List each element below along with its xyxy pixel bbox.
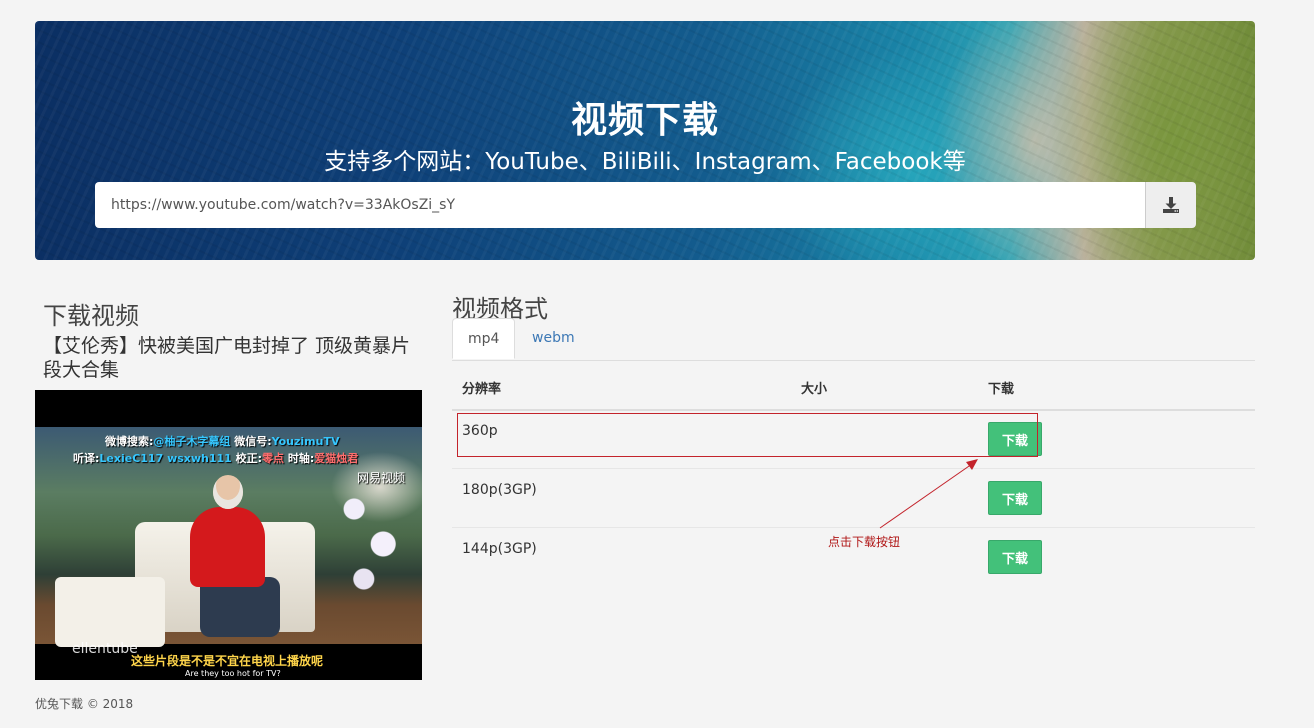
column-header-size: 大小 — [801, 382, 828, 397]
download-video-heading: 下载视频 — [43, 302, 139, 330]
ellentube-logo: ellentube — [72, 641, 138, 657]
hero-subtitle: 支持多个网站：YouTube、BiliBili、Instagram、Facebo… — [324, 149, 966, 175]
highlight-annotation-box — [457, 413, 1038, 457]
person-body — [190, 507, 265, 587]
hero-banner: 视频下载 支持多个网站：YouTube、BiliBili、Instagram、F… — [35, 21, 1255, 260]
row-180p-resolution: 180p(3GP) — [462, 482, 537, 498]
table-header-divider — [452, 409, 1255, 411]
hero-title: 视频下载 — [570, 100, 719, 141]
format-tabs: mp4 webm — [452, 318, 1255, 361]
annotation-click-download: 点击下载按钮 — [828, 535, 901, 549]
flowers-decoration — [325, 467, 422, 607]
thumb-watermark: 网易视频 — [357, 471, 406, 485]
tab-webm[interactable]: webm — [517, 318, 590, 359]
thumb-subtitle-line1: 微博搜索:@柚子木字幕组 微信号:YouzimuTV — [105, 435, 340, 448]
download-button-144p[interactable]: 下载 — [988, 540, 1042, 574]
footer-copyright: 优兔下载 © 2018 — [35, 697, 134, 711]
column-header-download: 下载 — [988, 382, 1015, 397]
row-divider — [452, 527, 1255, 528]
fetch-download-button[interactable] — [1145, 182, 1196, 228]
column-header-resolution: 分辨率 — [462, 382, 502, 397]
thumb-subtitle-line2: 听译:LexieC117 wsxwh111 校正:零点 时轴:爱猫烛君 — [73, 452, 359, 465]
thumb-bottom-subtitle-en: Are they too hot for TV? — [185, 669, 281, 678]
row-divider — [452, 468, 1255, 469]
tab-mp4[interactable]: mp4 — [452, 318, 516, 359]
video-title: 【艾伦秀】快被美国广电封掉了 顶级黄暴片段大合集 — [43, 335, 411, 381]
url-input[interactable] — [95, 182, 1145, 228]
thumbnail-scene: 微博搜索:@柚子木字幕组 微信号:YouzimuTV 网易视频 听译:Lexie… — [35, 427, 422, 678]
video-thumbnail[interactable]: 微博搜索:@柚子木字幕组 微信号:YouzimuTV 网易视频 听译:Lexie… — [35, 390, 422, 680]
row-144p-resolution: 144p(3GP) — [462, 541, 537, 557]
download-tray-icon — [1163, 197, 1179, 213]
thumb-bottom-subtitle: 这些片段是不是不宜在电视上播放呢 — [131, 654, 324, 668]
table-shape — [55, 577, 165, 647]
person-head — [213, 475, 243, 509]
download-button-180p[interactable]: 下载 — [988, 481, 1042, 515]
